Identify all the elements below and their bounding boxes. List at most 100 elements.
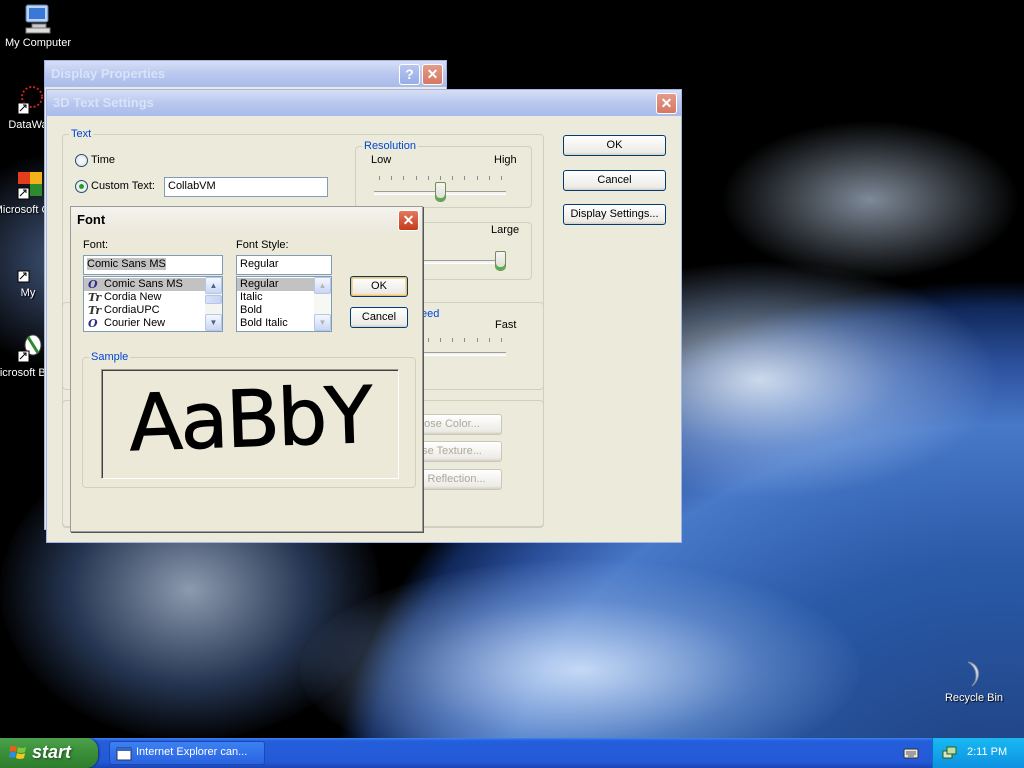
resolution-slider[interactable] — [434, 182, 446, 202]
start-button[interactable]: start — [0, 738, 98, 768]
opentype-font-icon: O — [88, 278, 98, 291]
font-list-item[interactable]: Tr CordiaUPC — [84, 304, 222, 317]
font-name: Comic Sans MS — [104, 278, 183, 290]
scroll-down-icon[interactable]: ▼ — [205, 314, 222, 331]
ok-button[interactable]: OK — [563, 135, 666, 156]
font-label: Font: — [83, 239, 109, 251]
font-listbox[interactable]: O Comic Sans MS Tr Cordia New Tr CordiaUPC O Co… — [83, 276, 223, 332]
scroll-up-icon[interactable]: ▲ — [314, 277, 331, 294]
font-cancel-button[interactable]: Cancel — [350, 307, 408, 328]
slider-tick — [452, 338, 454, 342]
help-button[interactable]: ? — [399, 64, 420, 85]
keyboard-icon[interactable] — [903, 746, 919, 760]
choose-reflection-label: e Reflection... — [418, 473, 486, 485]
font-style-input[interactable]: Regular — [236, 255, 332, 275]
time-radio[interactable] — [75, 154, 88, 167]
window-title: Font — [77, 212, 106, 227]
close-icon: ✕ — [426, 66, 439, 82]
slider-tick — [501, 176, 502, 180]
close-button[interactable]: ✕ — [398, 210, 419, 231]
scroll-up-icon[interactable]: ▲ — [205, 277, 222, 294]
sample-text: AaBbY — [127, 370, 373, 470]
font-style-value: Regular — [240, 258, 279, 270]
slider-tick — [464, 176, 466, 180]
display-settings-button[interactable]: Display Settings... — [563, 204, 666, 225]
desktop-icon-recycle-bin[interactable]: Recycle Bin — [936, 658, 1012, 705]
slider-tick — [427, 176, 429, 180]
desktop-icon-label: DataWa — [8, 119, 48, 131]
slider-tick — [488, 338, 490, 342]
text-group-label: Text — [71, 128, 92, 140]
scroll-thumb[interactable] — [205, 295, 222, 304]
window-title: 3D Text Settings — [53, 95, 154, 110]
font-ok-button[interactable]: OK — [350, 276, 408, 297]
resolution-group-label: Resolution — [364, 140, 416, 152]
slider-tick — [403, 176, 405, 180]
font-name-value: Comic Sans MS — [87, 258, 166, 270]
sample-group-label: Sample — [91, 351, 129, 363]
recycle-bin-icon — [958, 658, 990, 690]
slider-tick — [391, 176, 393, 180]
slider-tick — [452, 176, 454, 180]
help-icon: ? — [405, 66, 414, 82]
size-slider[interactable] — [495, 251, 506, 271]
task-label: Internet Explorer can... — [136, 746, 248, 758]
font-list-item[interactable]: O Comic Sans MS — [84, 278, 222, 291]
slider-tick — [379, 176, 380, 180]
close-icon: ✕ — [660, 95, 673, 111]
scroll-down-icon[interactable]: ▼ — [314, 314, 331, 331]
ok-label: OK — [606, 139, 623, 151]
cancel-label: Cancel — [361, 311, 397, 323]
speed-group-label: eed — [421, 308, 440, 320]
network-icon[interactable] — [941, 745, 957, 761]
slider-tick — [476, 176, 478, 180]
sample-preview: AaBbY — [101, 369, 399, 479]
taskbar-item-internet-explorer[interactable]: Internet Explorer can... — [109, 741, 265, 765]
font-name: Courier New — [104, 317, 166, 329]
choose-texture-label: se Texture... — [422, 445, 482, 457]
choose-color-label: ose Color... — [424, 418, 480, 430]
font-name: Cordia New — [104, 291, 162, 303]
custom-text-input[interactable]: CollabVM — [164, 177, 328, 197]
font-name-input[interactable]: Comic Sans MS — [83, 255, 223, 275]
cancel-label: Cancel — [597, 174, 632, 186]
desktop-icon-label: Recycle Bin — [944, 692, 1004, 704]
computer-icon — [22, 3, 54, 35]
truetype-font-icon: Tr — [88, 291, 102, 304]
custom-text-value: CollabVM — [168, 180, 216, 192]
slider-tick — [476, 338, 478, 342]
close-button[interactable]: ✕ — [422, 64, 443, 85]
datawa-icon — [12, 85, 44, 117]
slider-tick — [464, 338, 466, 342]
taskbar: start Internet Explorer can... 2:11 PM — [0, 738, 1024, 768]
text-settings-titlebar[interactable]: 3D Text Settings — [47, 90, 681, 116]
desktop-icon-my-computer[interactable]: My Computer — [0, 3, 76, 50]
desktop-icon-label: My — [20, 287, 36, 299]
cancel-button[interactable]: Cancel — [563, 170, 666, 191]
font-list-scrollbar[interactable]: ▲ ▼ — [205, 277, 222, 331]
custom-text-label: Custom Text: — [91, 180, 155, 192]
display-properties-titlebar[interactable]: Display Properties — [45, 61, 446, 87]
font-dialog: Font ✕ Font: Comic Sans MS O Comic Sans M… — [70, 206, 423, 532]
style-list-scrollbar[interactable]: ▲ ▼ — [314, 277, 331, 331]
visual-basic-icon — [12, 333, 44, 365]
close-button[interactable]: ✕ — [656, 93, 677, 114]
slider-tick — [488, 176, 490, 180]
font-list-item[interactable]: Tr Cordia New — [84, 291, 222, 304]
start-label: start — [32, 742, 72, 762]
slider-tick — [501, 338, 502, 342]
font-name: CordiaUPC — [104, 304, 160, 316]
font-style-listbox[interactable]: Regular Italic Bold Bold Italic ▲ ▼ — [236, 276, 332, 332]
custom-text-radio[interactable] — [75, 180, 88, 193]
slider-tick — [440, 176, 441, 180]
size-large-label: Large — [491, 224, 520, 236]
display-settings-label: Display Settings... — [570, 208, 659, 220]
slider-tick — [415, 176, 417, 180]
clock[interactable]: 2:11 PM — [967, 746, 1007, 758]
font-list-item[interactable]: O Courier New — [84, 317, 222, 330]
font-dialog-titlebar[interactable]: Font — [71, 207, 422, 233]
close-icon: ✕ — [402, 212, 415, 228]
speed-fast-label: Fast — [495, 319, 517, 331]
truetype-font-icon: Tr — [88, 304, 102, 317]
slider-tick — [427, 338, 429, 342]
